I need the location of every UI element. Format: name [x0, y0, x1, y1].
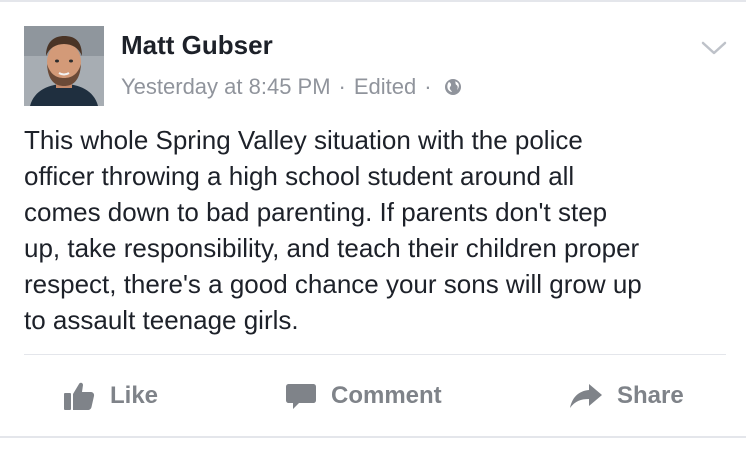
- edited-label[interactable]: Edited: [354, 74, 416, 100]
- profile-photo: [24, 26, 104, 106]
- post-timestamp[interactable]: Yesterday at 8:45 PM: [121, 74, 331, 100]
- post-text-line: officer throwing a high school student a…: [24, 161, 575, 191]
- post-text-line: to assault teenage girls.: [24, 305, 299, 335]
- author-name[interactable]: Matt Gubser: [121, 30, 273, 61]
- globe-icon[interactable]: [444, 78, 462, 96]
- post-meta: Yesterday at 8:45 PM · Edited ·: [121, 74, 462, 100]
- top-divider: [0, 0, 746, 2]
- comment-label: Comment: [331, 382, 442, 409]
- share-button[interactable]: Share: [569, 370, 684, 422]
- like-label: Like: [110, 382, 159, 409]
- avatar[interactable]: [24, 26, 104, 106]
- actions-divider: [24, 354, 726, 355]
- meta-separator: ·: [424, 74, 432, 99]
- chevron-down-icon[interactable]: [700, 38, 728, 58]
- post-text-line: comes down to bad parenting. If parents …: [24, 197, 608, 227]
- post-text-line: This whole Spring Valley situation with …: [24, 125, 583, 155]
- like-button[interactable]: Like: [62, 370, 158, 422]
- speech-bubble-icon: [285, 381, 317, 411]
- share-label: Share: [617, 382, 684, 409]
- thumbs-up-icon: [62, 380, 96, 412]
- post-body: This whole Spring Valley situation with …: [24, 122, 734, 338]
- post-text-line: respect, there's a good chance your sons…: [24, 269, 642, 299]
- comment-button[interactable]: Comment: [285, 370, 442, 422]
- post-text-line: up, take responsibility, and teach their…: [24, 233, 640, 263]
- meta-separator: ·: [338, 74, 346, 99]
- share-arrow-icon: [569, 382, 603, 410]
- bottom-divider: [0, 436, 746, 438]
- action-bar: Like Comment Share: [0, 370, 746, 422]
